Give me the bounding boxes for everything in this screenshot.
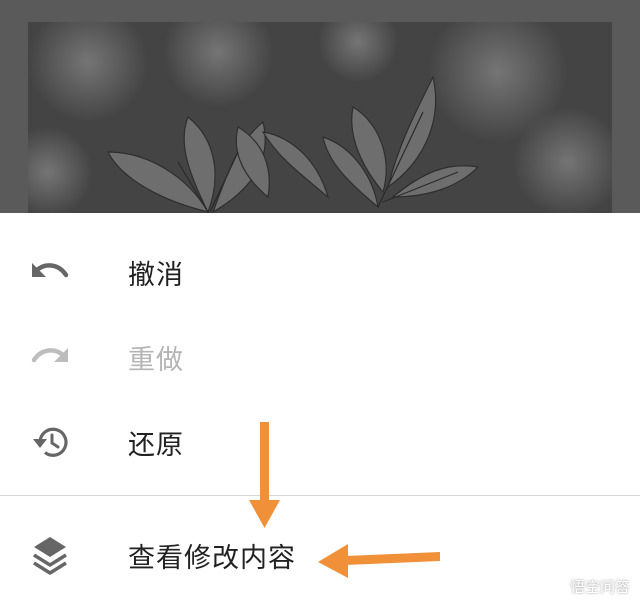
menu-item-label: 查看修改内容 <box>128 542 296 574</box>
menu-item-label: 重做 <box>128 344 184 376</box>
menu-item-redo[interactable]: 重做 <box>0 317 640 397</box>
layers-icon <box>30 535 70 575</box>
menu-item-revert[interactable]: 还原 <box>0 402 640 482</box>
redo-icon <box>30 337 70 377</box>
menu-divider <box>0 495 640 496</box>
menu-item-label: 撤消 <box>128 259 184 291</box>
history-icon <box>30 422 70 462</box>
dimmed-background <box>0 0 640 213</box>
bottom-sheet-menu: 撤消 重做 还原 查看修改内容 <box>0 213 640 605</box>
menu-item-undo[interactable]: 撤消 <box>0 232 640 312</box>
menu-item-label: 还原 <box>128 429 184 461</box>
watermark: 悟空问答 <box>544 575 630 597</box>
undo-icon <box>30 252 70 292</box>
watermark-text: 悟空问答 <box>569 577 630 596</box>
photo-preview <box>28 22 612 213</box>
watermark-logo-icon <box>544 575 566 597</box>
